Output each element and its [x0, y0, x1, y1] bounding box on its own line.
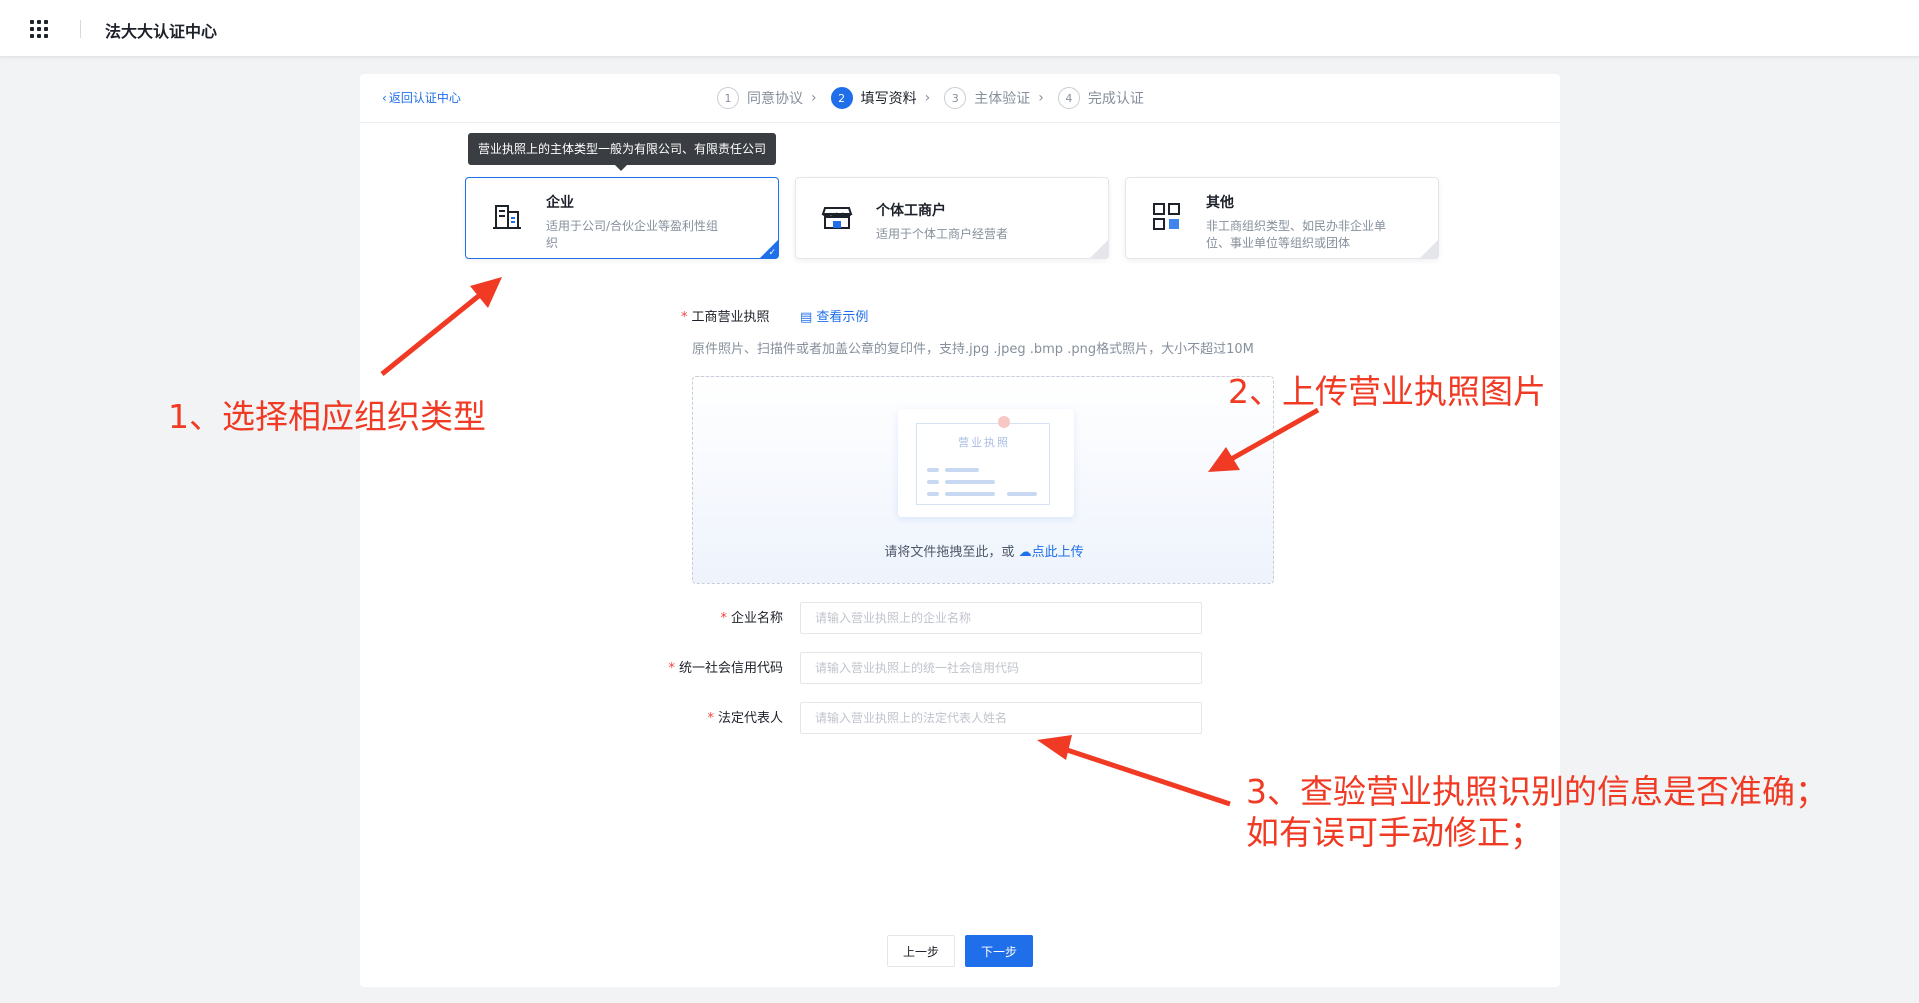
- store-icon: [821, 207, 853, 229]
- required-mark: *: [668, 661, 675, 676]
- upload-link[interactable]: ☁点此上传: [1019, 545, 1084, 560]
- back-link[interactable]: ‹ 返回认证中心: [382, 89, 461, 106]
- required-mark: *: [681, 310, 688, 325]
- upload-prompt-text: 请将文件拖拽至此，或: [884, 545, 1015, 560]
- upload-link-label: 点此上传: [1031, 545, 1084, 560]
- prev-step-button[interactable]: 上一步: [887, 935, 955, 967]
- next-step-button[interactable]: 下一步: [965, 935, 1033, 967]
- company-name-label: * 企业名称: [720, 607, 783, 626]
- topbar-divider: [80, 20, 81, 38]
- chevron-left-icon: ‹: [382, 91, 387, 105]
- annotation-3-line2: 如有误可手动修正；: [1246, 813, 1543, 852]
- preview-line: [945, 492, 995, 496]
- preview-line: [927, 492, 939, 496]
- org-type-title: 企业: [546, 195, 574, 211]
- step-number: 3: [944, 87, 967, 109]
- upload-prompt: 请将文件拖拽至此，或 ☁点此上传: [693, 541, 1275, 560]
- seal-icon: [998, 416, 1010, 428]
- step-4: 4 完成认证: [1057, 87, 1144, 109]
- app-title: 法大大认证中心: [105, 22, 218, 41]
- org-type-individual[interactable]: 个体工商户 适用于个体工商户经营者: [795, 177, 1109, 259]
- license-preview-frame: 营业执照: [916, 416, 1050, 505]
- preview-line: [1007, 492, 1037, 496]
- grid-icon: [1153, 203, 1180, 230]
- upload-hint: 原件照片、扫描件或者加盖公章的复印件，支持.jpg .jpeg .bmp .pn…: [692, 342, 1254, 357]
- corner-mark: [1420, 240, 1438, 258]
- company-name-input[interactable]: [800, 602, 1202, 634]
- company-name-label-text: 企业名称: [730, 611, 783, 626]
- preview-line: [927, 468, 939, 472]
- legal-rep-label-text: 法定代表人: [717, 711, 783, 726]
- preview-line: [945, 480, 995, 484]
- step-label: 同意协议: [747, 91, 803, 107]
- chevron-right-icon: ›: [811, 90, 817, 106]
- org-type-selector: 企业 适用于公司/合伙企业等盈利性组织 ✓ 个体工商户 适用于个体工商户经营者: [465, 177, 1455, 259]
- building-icon: [493, 205, 521, 229]
- top-bar: 法大大认证中心: [0, 0, 1919, 57]
- cloud-upload-icon: ☁: [1018, 545, 1032, 560]
- org-type-title: 其他: [1206, 195, 1234, 211]
- license-label-text: 工商营业执照: [691, 310, 770, 325]
- step-indicator: 1 同意协议 › 2 填写资料 › 3 主体验证 › 4 完成认证: [717, 85, 1158, 111]
- license-label: * 工商营业执照: [681, 306, 770, 325]
- annotation-1: 1、选择相应组织类型: [168, 397, 486, 436]
- card-header: ‹ 返回认证中心 1 同意协议 › 2 填写资料 › 3 主体验证 › 4 完成认…: [360, 74, 1560, 123]
- annotation-2: 2、上传营业执照图片: [1228, 372, 1546, 411]
- org-type-desc: 适用于个体工商户经营者: [876, 227, 1009, 241]
- license-preview-image: 营业执照: [898, 409, 1074, 517]
- chevron-right-icon: ›: [924, 90, 931, 106]
- credit-code-label-text: 统一社会信用代码: [678, 661, 783, 676]
- corner-mark: [1090, 240, 1108, 258]
- org-type-desc: 适用于公司/合伙企业等盈利性组织: [546, 219, 719, 250]
- license-preview-title: 营业执照: [958, 436, 1010, 449]
- document-icon: ▤: [800, 310, 817, 325]
- step-number: 1: [717, 87, 739, 109]
- license-upload-dropzone[interactable]: 营业执照 请将文件拖拽至此，或 ☁点此上传: [692, 376, 1274, 584]
- required-mark: *: [720, 611, 727, 626]
- back-link-label: 返回认证中心: [388, 91, 461, 105]
- step-label: 主体验证: [974, 91, 1031, 107]
- step-1: 1 同意协议 ›: [717, 87, 817, 109]
- org-type-desc: 非工商组织类型、如民办非企业单位、事业单位等组织或团体: [1206, 219, 1387, 250]
- credit-code-label: * 统一社会信用代码: [668, 657, 783, 676]
- view-example-link[interactable]: ▤ 查看示例: [800, 306, 868, 325]
- view-example-label: 查看示例: [816, 310, 869, 325]
- step-label: 填写资料: [860, 91, 917, 107]
- legal-rep-label: * 法定代表人: [707, 707, 783, 726]
- step-number: 4: [1057, 87, 1080, 109]
- credit-code-input[interactable]: [800, 652, 1202, 684]
- required-mark: *: [707, 711, 714, 726]
- chevron-right-icon: ›: [1038, 90, 1044, 106]
- step-number: 2: [830, 87, 853, 109]
- check-icon: ✓: [768, 248, 776, 258]
- org-type-tooltip: 营业执照上的主体类型一般为有限公司、有限责任公司: [468, 133, 777, 165]
- org-type-title: 个体工商户: [876, 203, 946, 219]
- preview-line: [945, 468, 979, 472]
- tooltip-arrow: [615, 165, 627, 171]
- step-label: 完成认证: [1087, 91, 1144, 107]
- step-3: 3 主体验证 ›: [944, 87, 1044, 109]
- legal-rep-input[interactable]: [800, 702, 1202, 734]
- app-grid-icon[interactable]: [30, 20, 50, 40]
- step-2: 2 填写资料 ›: [830, 87, 931, 109]
- org-type-enterprise[interactable]: 企业 适用于公司/合伙企业等盈利性组织 ✓: [465, 177, 779, 259]
- preview-line: [927, 480, 939, 484]
- org-type-other[interactable]: 其他 非工商组织类型、如民办非企业单位、事业单位等组织或团体: [1125, 177, 1439, 259]
